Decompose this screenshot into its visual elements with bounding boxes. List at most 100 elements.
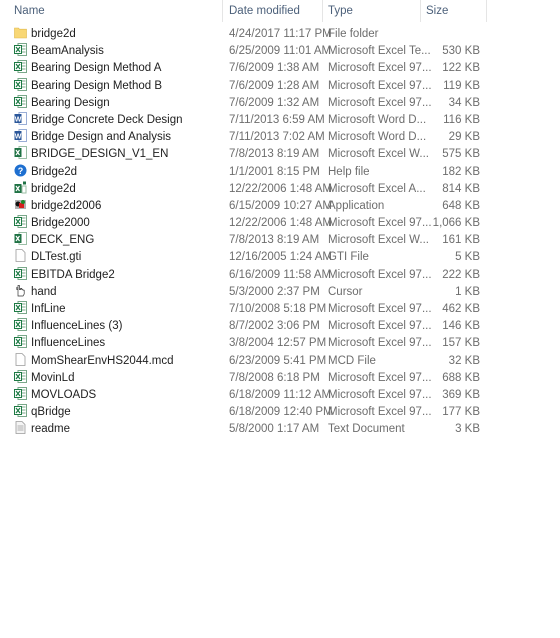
file-row[interactable]: InfLine 7/10/2008 5:18 PM Microsoft Exce… (0, 301, 490, 318)
file-row[interactable]: DLTest.gti 12/16/2005 1:24 AM GTI File 5… (0, 249, 490, 266)
file-row[interactable]: qBridge 6/18/2009 12:40 PM Microsoft Exc… (0, 404, 490, 421)
file-name[interactable]: Bearing Design Method A (31, 60, 161, 77)
file-size: 116 KB (443, 113, 480, 126)
file-type: Microsoft Excel 97... (328, 268, 432, 281)
file-type: Microsoft Word D... (328, 131, 427, 144)
file-type: Microsoft Excel 97... (328, 388, 432, 401)
file-row[interactable]: bridge2d2006 6/15/2009 10:27 AM Applicat… (0, 198, 490, 215)
text-file-icon (14, 421, 27, 435)
file-type: Microsoft Excel Te... (328, 45, 431, 58)
file-name[interactable]: Bridge2000 (31, 215, 90, 232)
file-row[interactable]: bridge2d 12/22/2006 1:48 AM Microsoft Ex… (0, 181, 490, 198)
excel-legacy-icon (14, 318, 27, 332)
file-date: 7/6/2009 1:28 AM (229, 79, 320, 92)
file-name[interactable]: InfLine (31, 301, 66, 318)
file-name[interactable]: bridge2d2006 (31, 198, 101, 215)
file-name[interactable]: bridge2d (31, 181, 76, 198)
file-row[interactable]: Bearing Design Method B 7/6/2009 1:28 AM… (0, 77, 490, 95)
file-date: 5/8/2000 1:17 AM (229, 423, 320, 436)
file-size: 161 KB (442, 234, 480, 247)
file-row[interactable]: W Bridge Concrete Deck Design 7/11/2013 … (0, 111, 490, 129)
file-type: Microsoft Excel 97... (328, 406, 432, 419)
file-date: 6/25/2009 11:01 AM (229, 45, 332, 58)
file-name[interactable]: BRIDGE_DESIGN_V1_EN (31, 146, 168, 163)
column-type[interactable]: Type (328, 0, 353, 22)
column-divider[interactable] (486, 0, 487, 22)
file-type: Microsoft Excel A... (328, 182, 426, 195)
file-size: 182 KB (442, 165, 480, 178)
cursor-icon (14, 284, 27, 297)
file-row[interactable]: BeamAnalysis 6/25/2009 11:01 AM Microsof… (0, 43, 490, 60)
file-name[interactable]: MovinLd (31, 370, 74, 387)
file-name[interactable]: hand (31, 284, 57, 301)
file-name[interactable]: Bridge Design and Analysis (31, 129, 171, 146)
file-size: 369 KB (442, 388, 480, 401)
file-size: 688 KB (442, 371, 480, 384)
file-name[interactable]: Bridge2d (31, 164, 77, 181)
file-name[interactable]: MomShearEnvHS2044.mcd (31, 353, 174, 370)
file-name[interactable]: InfluenceLines (3) (31, 318, 122, 335)
file-row[interactable]: MomShearEnvHS2044.mcd 6/23/2009 5:41 PM … (0, 352, 490, 370)
file-name[interactable]: DLTest.gti (31, 249, 81, 266)
column-divider[interactable] (322, 0, 323, 22)
file-row[interactable]: hand 5/3/2000 2:37 PM Cursor 1 KB (0, 284, 490, 301)
file-row[interactable]: EBITDA Bridge2 6/16/2009 11:58 AM Micros… (0, 266, 490, 284)
file-date: 7/10/2008 5:18 PM (229, 303, 327, 315)
file-type: File folder (328, 28, 379, 40)
sort-ascending-icon: ⌃ (112, 0, 120, 5)
file-row[interactable]: MOVLOADS 6/18/2009 11:12 AM Microsoft Ex… (0, 386, 490, 404)
file-size: 648 KB (442, 199, 480, 212)
file-name[interactable]: DECK_ENG (31, 232, 94, 249)
file-row[interactable]: DECK_ENG 7/8/2013 8:19 AM Microsoft Exce… (0, 232, 490, 249)
excel-legacy-icon (14, 404, 27, 418)
column-header: ⌃ Name Date modified Type Size (0, 0, 490, 22)
column-divider[interactable] (420, 0, 421, 22)
file-date: 6/18/2009 12:40 PM (229, 406, 333, 419)
file-size: 34 KB (448, 96, 480, 109)
file-row[interactable]: readme 5/8/2000 1:17 AM Text Document 3 … (0, 421, 490, 438)
file-name[interactable]: InfluenceLines (31, 335, 105, 352)
file-size: 814 KB (442, 182, 480, 195)
file-row[interactable]: InfluenceLines (3) 8/7/2002 3:06 PM Micr… (0, 318, 490, 335)
file-size: 29 KB (448, 131, 480, 144)
file-row[interactable]: W Bridge Design and Analysis 7/11/2013 7… (0, 129, 490, 146)
column-date-modified[interactable]: Date modified (229, 0, 300, 22)
file-row[interactable]: Bearing Design Method A 7/6/2009 1:38 AM… (0, 60, 490, 77)
file-name[interactable]: qBridge (31, 404, 71, 421)
file-name[interactable]: Bridge Concrete Deck Design (31, 112, 183, 129)
file-name[interactable]: bridge2d (31, 26, 76, 43)
file-row[interactable]: InfluenceLines 3/8/2004 12:57 PM Microso… (0, 335, 490, 352)
file-list: bridge2d 4/24/2017 11:17 PM File folder … (0, 26, 490, 439)
file-row[interactable]: Bearing Design 7/6/2009 1:32 AM Microsof… (0, 94, 490, 112)
help-icon: ? (14, 164, 27, 177)
file-name[interactable]: EBITDA Bridge2 (31, 267, 115, 284)
file-type: Microsoft Excel 97... (328, 320, 432, 333)
file-date: 6/16/2009 11:58 AM (229, 268, 332, 281)
file-name[interactable]: Bearing Design (31, 95, 110, 112)
excel-icon (14, 146, 27, 160)
column-name[interactable]: Name (14, 0, 45, 22)
file-size: 119 KB (443, 79, 480, 92)
file-date: 7/6/2009 1:38 AM (229, 62, 320, 75)
file-row[interactable]: BRIDGE_DESIGN_V1_EN 7/8/2013 8:19 AM Mic… (0, 146, 490, 163)
file-size: 122 KB (442, 62, 480, 75)
file-date: 7/8/2013 8:19 AM (229, 148, 320, 161)
file-name[interactable]: Bearing Design Method B (31, 78, 162, 95)
column-size[interactable]: Size (426, 0, 448, 22)
file-row[interactable]: bridge2d 4/24/2017 11:17 PM File folder (0, 26, 490, 43)
file-row[interactable]: Bridge2000 12/22/2006 1:48 AM Microsoft … (0, 215, 490, 232)
file-type: Microsoft Word D... (328, 113, 427, 126)
file-date: 1/1/2001 8:15 PM (229, 165, 320, 178)
file-size: 32 KB (448, 354, 480, 367)
file-type: Microsoft Excel 97... (328, 96, 432, 109)
file-type: Microsoft Excel 97... (328, 337, 432, 350)
file-date: 7/6/2009 1:32 AM (229, 96, 320, 109)
file-type: Cursor (328, 285, 363, 298)
file-name[interactable]: MOVLOADS (31, 387, 96, 404)
file-name[interactable]: BeamAnalysis (31, 43, 104, 60)
column-divider[interactable] (222, 0, 223, 22)
file-name[interactable]: readme (31, 421, 70, 438)
file-row[interactable]: ? Bridge2d 1/1/2001 8:15 PM Help file 18… (0, 164, 490, 181)
svg-text:W: W (15, 133, 22, 140)
file-row[interactable]: MovinLd 7/8/2008 6:18 PM Microsoft Excel… (0, 369, 490, 387)
